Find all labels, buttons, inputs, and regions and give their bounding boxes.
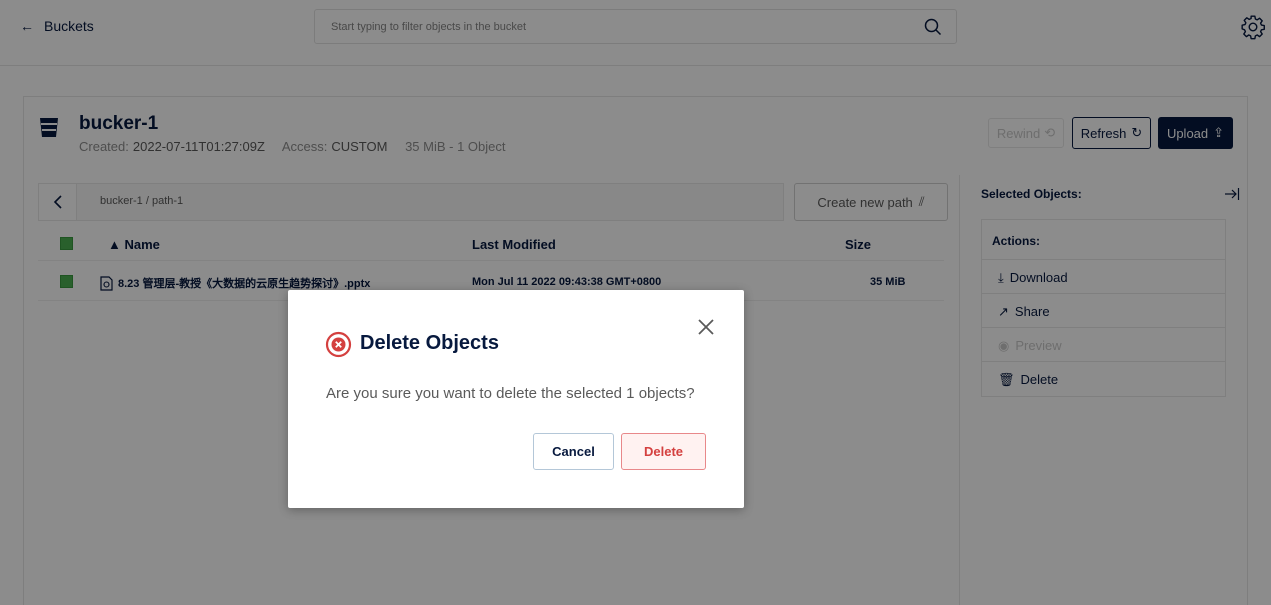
- cancel-button[interactable]: Cancel: [533, 433, 614, 470]
- dialog-message: Are you sure you want to delete the sele…: [326, 385, 695, 402]
- dialog-title: Delete Objects: [360, 332, 499, 354]
- close-icon[interactable]: [697, 318, 715, 336]
- delete-objects-dialog: Delete Objects Are you sure you want to …: [288, 290, 744, 508]
- confirm-delete-button[interactable]: Delete: [621, 433, 706, 470]
- error-icon: [325, 331, 352, 358]
